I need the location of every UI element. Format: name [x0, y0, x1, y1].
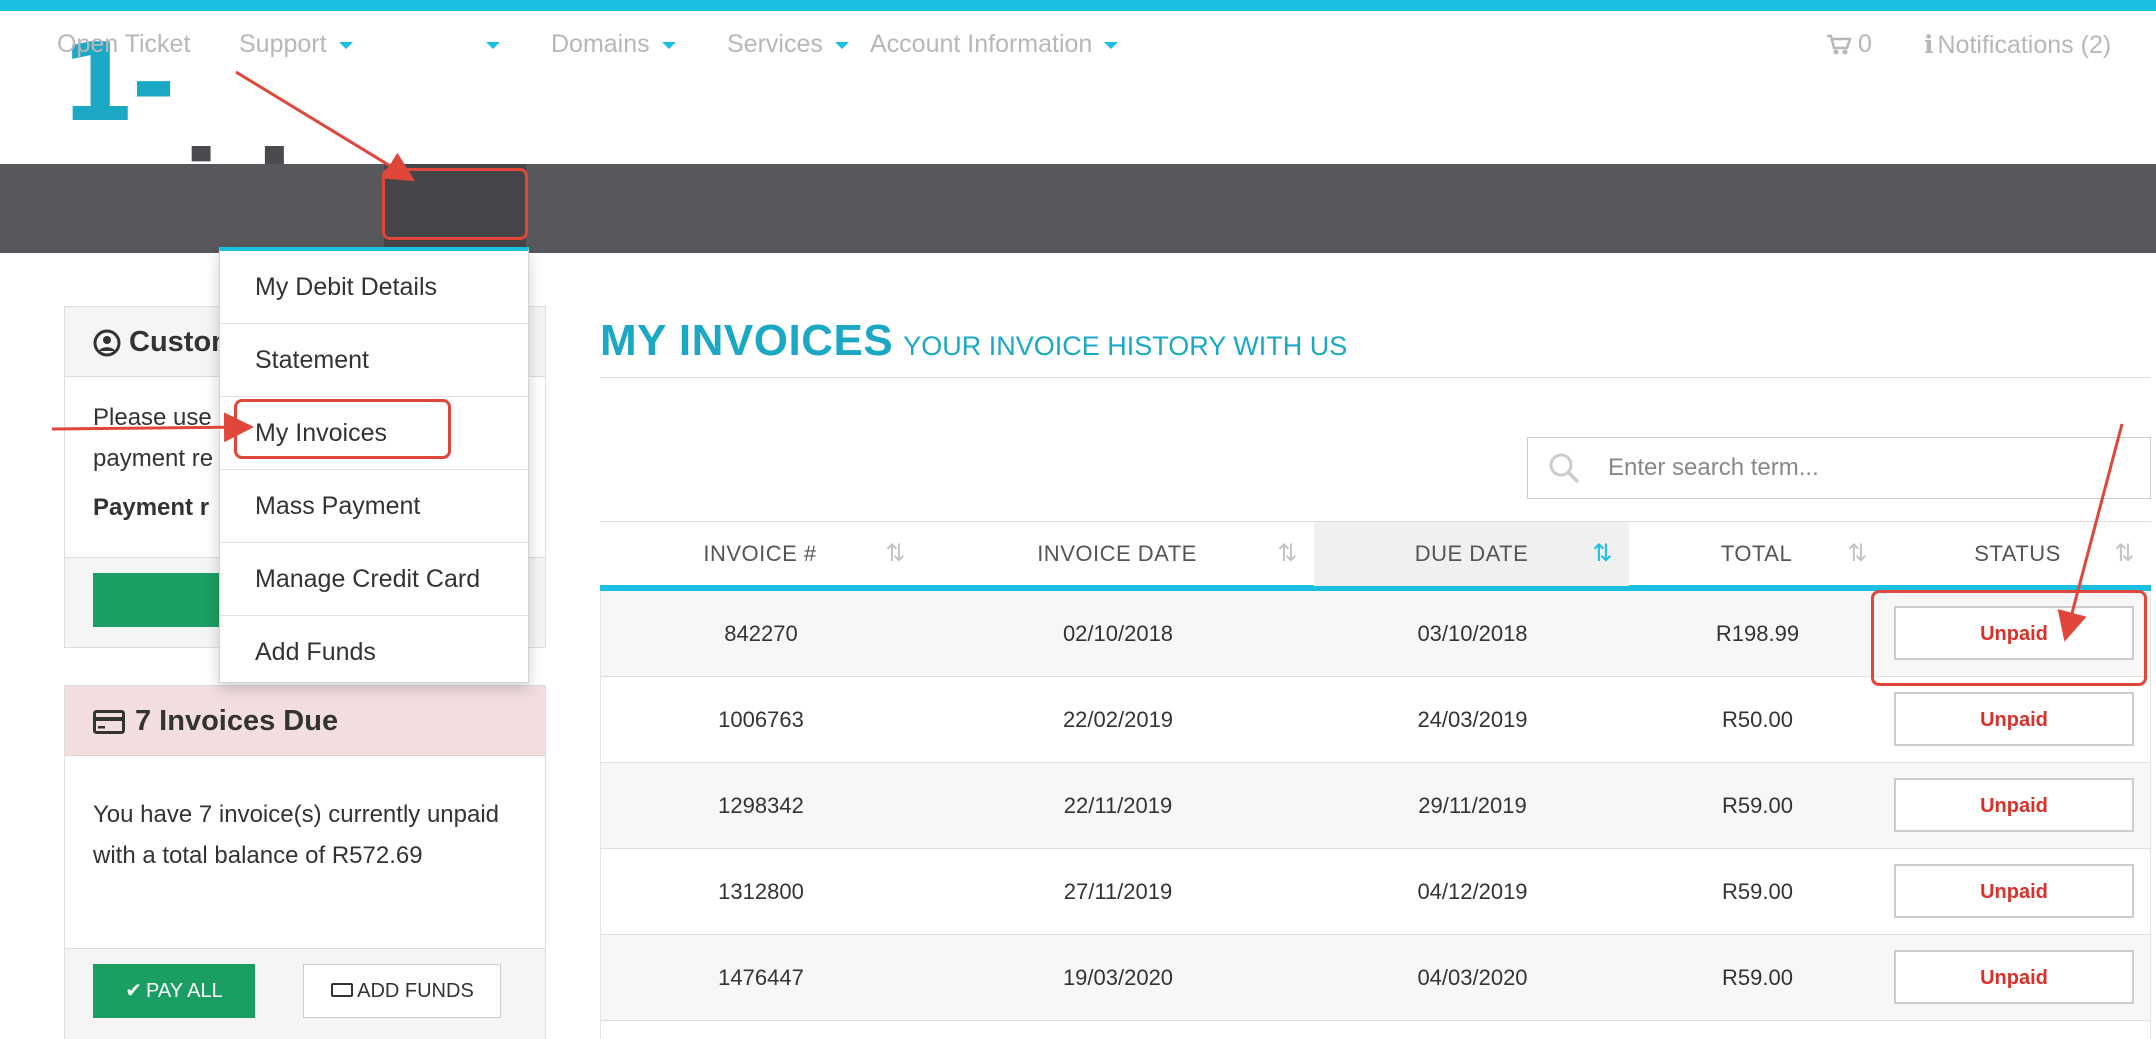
column-header-invoice-date[interactable]: INVOICE DATE ⇅	[920, 522, 1314, 586]
table-row[interactable]: 1298342 22/11/2019 29/11/2019 R59.00 Unp…	[600, 763, 2151, 849]
nav-domains[interactable]: Domains	[551, 0, 676, 89]
invoice-date: 22/02/2019	[1062, 707, 1174, 732]
sort-icon: ⇅	[2114, 540, 2135, 567]
invoice-number[interactable]: 842270	[601, 591, 921, 676]
invoice-number[interactable]: 1312800	[601, 849, 921, 934]
table-row[interactable]: 1312800 27/11/2019 04/12/2019 R59.00 Unp…	[600, 849, 2151, 935]
invoice-total: R59.00	[1722, 965, 1793, 990]
due-date: 04/12/2019	[1417, 879, 1528, 904]
chevron-down-icon	[485, 41, 500, 49]
invoice-date: 02/10/2018	[1062, 621, 1174, 646]
table-row	[600, 1021, 2151, 1039]
page-heading: MY INVOICES YOUR INVOICE HISTORY WITH US	[600, 316, 1347, 366]
cart-icon	[1827, 35, 1852, 55]
nav-notifications[interactable]: i Notifications (2)	[1924, 0, 2111, 89]
sort-icon: ⇅	[1847, 540, 1868, 567]
nav-account-information[interactable]: Account Information	[870, 0, 1119, 89]
nav-open-ticket[interactable]: Open Ticket	[57, 0, 190, 89]
billing-dropdown: My Debit Details Statement My Invoices M…	[219, 247, 529, 683]
invoice-total: R50.00	[1722, 707, 1793, 732]
column-header-total[interactable]: TOTAL ⇅	[1629, 522, 1884, 586]
nav-support[interactable]: Support	[239, 0, 353, 89]
sort-icon: ⇅	[1277, 540, 1298, 567]
due-date: 24/03/2019	[1417, 707, 1528, 732]
chevron-down-icon	[834, 41, 849, 49]
invoice-number[interactable]: 1006763	[601, 677, 921, 762]
menu-item-my-debit-details[interactable]: My Debit Details	[220, 251, 528, 324]
invoice-total: R59.00	[1722, 793, 1793, 818]
money-icon	[331, 982, 354, 997]
invoices-due-footer: ✔ PAY ALL ADD FUNDS	[65, 948, 545, 1039]
column-header-due-date[interactable]: DUE DATE ⇅	[1314, 522, 1629, 586]
chevron-down-icon	[1104, 41, 1119, 49]
invoices-due-header: 7 Invoices Due	[65, 686, 545, 756]
chevron-down-icon	[661, 41, 676, 49]
column-header-invoice[interactable]: INVOICE # ⇅	[600, 522, 920, 586]
invoice-date: 27/11/2019	[1063, 879, 1173, 904]
nav-billing[interactable]: Billing	[407, 0, 500, 89]
status-badge[interactable]: Unpaid	[1894, 692, 2134, 746]
billing-portal-page: 1-grid Open Ticket Support Billing Domai…	[0, 0, 2156, 1039]
menu-item-add-funds[interactable]: Add Funds	[220, 616, 528, 689]
info-icon: i	[1924, 30, 1934, 59]
menu-item-mass-payment[interactable]: Mass Payment	[220, 470, 528, 543]
nav-services[interactable]: Services	[727, 0, 849, 89]
menu-item-statement[interactable]: Statement	[220, 324, 528, 397]
status-badge[interactable]: Unpaid	[1894, 864, 2134, 918]
invoice-total: R59.00	[1722, 879, 1793, 904]
invoice-date: 19/03/2020	[1062, 965, 1174, 990]
column-header-status[interactable]: STATUS ⇅	[1884, 522, 2151, 586]
sort-icon: ⇅	[885, 540, 906, 567]
chevron-down-icon	[338, 41, 353, 49]
credit-card-icon	[93, 710, 125, 735]
search-input[interactable]	[1608, 438, 2128, 498]
sort-asc-icon: ⇅	[1592, 540, 1613, 567]
invoice-total: R198.99	[1715, 621, 1800, 646]
annotation-box-billing	[382, 168, 528, 240]
heading-divider	[600, 377, 2150, 378]
due-date: 03/10/2018	[1417, 621, 1528, 646]
due-date: 29/11/2019	[1418, 793, 1527, 818]
menu-item-manage-credit-card[interactable]: Manage Credit Card	[220, 543, 528, 616]
invoice-number[interactable]: 1476447	[601, 935, 921, 1020]
invoice-number[interactable]: 1298342	[601, 763, 921, 848]
page-subtitle: YOUR INVOICE HISTORY WITH US	[903, 331, 1348, 361]
invoice-date: 22/11/2019	[1063, 793, 1173, 818]
annotation-box-status	[1871, 590, 2147, 686]
table-row[interactable]: 1476447 19/03/2020 04/03/2020 R59.00 Unp…	[600, 935, 2151, 1021]
table-row[interactable]: 1006763 22/02/2019 24/03/2019 R50.00 Unp…	[600, 677, 2151, 763]
status-badge[interactable]: Unpaid	[1894, 778, 2134, 832]
pay-all-button[interactable]: ✔ PAY ALL	[93, 964, 255, 1018]
check-circle-icon: ✔	[125, 980, 143, 1002]
invoice-search	[1527, 437, 2151, 499]
page-title: MY INVOICES	[600, 316, 894, 365]
invoices-due-panel: 7 Invoices Due You have 7 invoice(s) cur…	[64, 685, 546, 1039]
nav-cart[interactable]: 0	[1826, 0, 1872, 89]
table-header: INVOICE # ⇅ INVOICE DATE ⇅ DUE DATE ⇅ TOTAL…	[600, 521, 2151, 591]
due-date: 04/03/2020	[1417, 965, 1528, 990]
main-navbar	[0, 164, 2156, 253]
invoices-due-body: You have 7 invoice(s) currently unpaid w…	[93, 801, 500, 869]
search-icon	[1549, 453, 1580, 484]
status-badge[interactable]: Unpaid	[1894, 950, 2134, 1004]
annotation-box-my-invoices	[234, 399, 451, 459]
user-circle-icon	[93, 329, 121, 357]
add-funds-button[interactable]: ADD FUNDS	[303, 964, 502, 1018]
